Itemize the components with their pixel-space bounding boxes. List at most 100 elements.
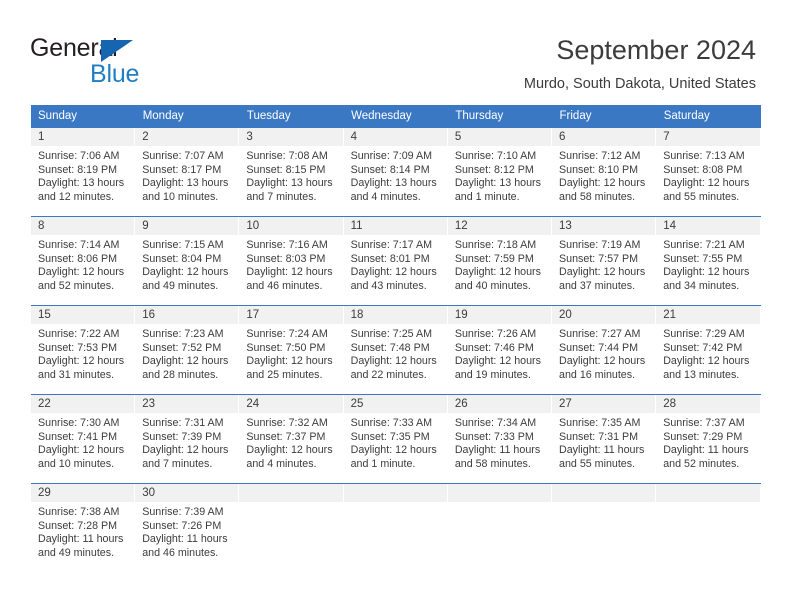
calendar-day-cell[interactable]: 11 Sunrise: 7:17 AM Sunset: 8:01 PM Dayligh…	[343, 216, 448, 306]
daylight-duration-line1: Daylight: 12 hours	[142, 355, 229, 368]
daylight-duration-line1: Daylight: 11 hours	[559, 444, 645, 457]
daylight-duration-line1: Daylight: 12 hours	[559, 177, 646, 190]
daylight-duration-line2: and 52 minutes.	[38, 279, 115, 292]
day-number: 10	[239, 217, 344, 235]
calendar-day-cell[interactable]: 21 Sunrise: 7:29 AM Sunset: 7:42 PM Dayligh…	[656, 305, 761, 395]
sunset-time: Sunset: 8:06 PM	[38, 252, 118, 265]
daylight-duration-line1: Daylight: 13 hours	[454, 177, 541, 190]
calendar-day-cell-empty	[656, 483, 761, 573]
calendar-day-cell[interactable]: 10 Sunrise: 7:16 AM Sunset: 8:03 PM Dayligh…	[239, 216, 344, 306]
calendar-week-row: 15 Sunrise: 7:22 AM Sunset: 7:53 PM Dayligh…	[31, 305, 761, 395]
sunset-time: Sunset: 8:08 PM	[663, 163, 743, 176]
sunrise-time: Sunrise: 7:30 AM	[38, 417, 120, 429]
weekday-header-friday: Friday	[552, 105, 657, 128]
day-number: 29	[31, 484, 136, 502]
day-details: Sunrise: 7:38 AM Sunset: 7:28 PM Daylight:…	[31, 502, 135, 560]
sunset-time: Sunset: 7:26 PM	[142, 519, 222, 532]
sunrise-time: Sunrise: 7:06 AM	[38, 150, 120, 162]
day-number: 19	[447, 306, 553, 324]
daylight-duration-line2: and 49 minutes.	[142, 279, 219, 292]
calendar-day-cell[interactable]: 27 Sunrise: 7:35 AM Sunset: 7:31 PM Dayligh…	[552, 394, 657, 484]
logo-triangle-icon	[101, 40, 133, 62]
day-details: Sunrise: 7:30 AM Sunset: 7:41 PM Daylight:…	[31, 413, 135, 471]
sunset-time: Sunset: 7:37 PM	[246, 430, 326, 443]
weekday-header-thursday: Thursday	[447, 105, 553, 128]
day-details: Sunrise: 7:34 AM Sunset: 7:33 PM Daylight:…	[448, 413, 552, 471]
calendar-day-cell[interactable]: 9 Sunrise: 7:15 AM Sunset: 8:04 PM Daylight…	[135, 216, 240, 306]
daylight-duration-line1: Daylight: 11 hours	[454, 444, 541, 457]
calendar-day-cell[interactable]: 8 Sunrise: 7:14 AM Sunset: 8:06 PM Daylight…	[31, 216, 136, 306]
sunset-time: Sunset: 7:35 PM	[350, 430, 430, 443]
calendar-day-cell[interactable]: 18 Sunrise: 7:25 AM Sunset: 7:48 PM Dayligh…	[343, 305, 448, 395]
calendar-day-cell[interactable]: 6 Sunrise: 7:12 AM Sunset: 8:10 PM Daylight…	[552, 127, 657, 217]
daylight-duration-line1: Daylight: 12 hours	[559, 266, 646, 279]
daylight-duration-line2: and 4 minutes.	[246, 457, 317, 470]
day-details: Sunrise: 7:35 AM Sunset: 7:31 PM Daylight:…	[552, 413, 656, 471]
daylight-duration-line2: and 13 minutes.	[663, 368, 740, 381]
day-details: Sunrise: 7:33 AM Sunset: 7:35 PM Daylight:…	[344, 413, 448, 471]
day-details: Sunrise: 7:39 AM Sunset: 7:26 PM Daylight:…	[135, 502, 239, 560]
daylight-duration-line2: and 22 minutes.	[350, 368, 427, 381]
calendar-day-cell[interactable]: 16 Sunrise: 7:23 AM Sunset: 7:52 PM Dayligh…	[135, 305, 240, 395]
weekday-header-monday: Monday	[135, 105, 240, 128]
day-details: Sunrise: 7:15 AM Sunset: 8:04 PM Daylight:…	[135, 235, 239, 293]
daylight-duration-line1: Daylight: 11 hours	[38, 533, 124, 546]
calendar-day-cell[interactable]: 14 Sunrise: 7:21 AM Sunset: 7:55 PM Dayligh…	[656, 216, 761, 306]
day-details: Sunrise: 7:16 AM Sunset: 8:03 PM Daylight:…	[239, 235, 343, 293]
weekday-header-wednesday: Wednesday	[343, 105, 449, 128]
sunrise-time: Sunrise: 7:37 AM	[663, 417, 745, 429]
daylight-duration-line1: Daylight: 12 hours	[246, 444, 333, 457]
day-details: Sunrise: 7:10 AM Sunset: 8:12 PM Daylight:…	[448, 146, 552, 204]
daylight-duration-line1: Daylight: 12 hours	[350, 355, 437, 368]
day-number: 14	[656, 217, 761, 235]
calendar-day-cell[interactable]: 23 Sunrise: 7:31 AM Sunset: 7:39 PM Dayligh…	[135, 394, 240, 484]
calendar-day-cell[interactable]: 1 Sunrise: 7:06 AM Sunset: 8:19 PM Daylight…	[31, 127, 136, 217]
calendar-day-cell[interactable]: 30 Sunrise: 7:39 AM Sunset: 7:26 PM Dayligh…	[135, 483, 240, 573]
calendar-day-cell[interactable]: 15 Sunrise: 7:22 AM Sunset: 7:53 PM Dayligh…	[31, 305, 136, 395]
page-title: September 2024	[556, 35, 756, 65]
day-number: 25	[343, 395, 448, 413]
calendar-day-cell[interactable]: 13 Sunrise: 7:19 AM Sunset: 7:57 PM Dayligh…	[552, 216, 657, 306]
day-details: Sunrise: 7:25 AM Sunset: 7:48 PM Daylight:…	[344, 324, 448, 382]
calendar-day-cell[interactable]: 26 Sunrise: 7:34 AM Sunset: 7:33 PM Dayligh…	[447, 394, 553, 484]
sunset-time: Sunset: 7:44 PM	[559, 341, 639, 354]
day-details	[656, 502, 760, 506]
day-details: Sunrise: 7:18 AM Sunset: 7:59 PM Daylight:…	[448, 235, 552, 293]
calendar-day-cell[interactable]: 20 Sunrise: 7:27 AM Sunset: 7:44 PM Dayligh…	[552, 305, 657, 395]
daylight-duration-line1: Daylight: 12 hours	[246, 355, 333, 368]
sunrise-time: Sunrise: 7:07 AM	[142, 150, 224, 162]
calendar-day-cell[interactable]: 24 Sunrise: 7:32 AM Sunset: 7:37 PM Dayligh…	[239, 394, 344, 484]
calendar-day-cell[interactable]: 25 Sunrise: 7:33 AM Sunset: 7:35 PM Dayligh…	[343, 394, 448, 484]
calendar-day-cell[interactable]: 29 Sunrise: 7:38 AM Sunset: 7:28 PM Dayligh…	[31, 483, 136, 573]
sunset-time: Sunset: 8:15 PM	[246, 163, 326, 176]
daylight-duration-line2: and 49 minutes.	[38, 546, 115, 559]
calendar-day-cell-empty	[447, 483, 553, 573]
daylight-duration-line1: Daylight: 11 hours	[663, 444, 749, 457]
calendar-day-cell[interactable]: 22 Sunrise: 7:30 AM Sunset: 7:41 PM Dayligh…	[31, 394, 136, 484]
calendar-day-cell[interactable]: 28 Sunrise: 7:37 AM Sunset: 7:29 PM Dayligh…	[656, 394, 761, 484]
sunrise-time: Sunrise: 7:33 AM	[350, 417, 432, 429]
daylight-duration-line1: Daylight: 12 hours	[350, 444, 437, 457]
calendar-day-cell[interactable]: 19 Sunrise: 7:26 AM Sunset: 7:46 PM Dayligh…	[447, 305, 553, 395]
sunset-time: Sunset: 8:14 PM	[350, 163, 430, 176]
daylight-duration-line2: and 55 minutes.	[559, 457, 636, 470]
page-header: General Blue September 2024 Murdo, South…	[0, 0, 792, 100]
calendar-day-cell[interactable]: 4 Sunrise: 7:09 AM Sunset: 8:14 PM Daylight…	[343, 127, 448, 217]
calendar-day-cell[interactable]: 12 Sunrise: 7:18 AM Sunset: 7:59 PM Dayligh…	[447, 216, 553, 306]
page-subtitle-location: Murdo, South Dakota, United States	[523, 76, 756, 92]
daylight-duration-line2: and 46 minutes.	[246, 279, 323, 292]
calendar-day-cell[interactable]: 17 Sunrise: 7:24 AM Sunset: 7:50 PM Dayligh…	[239, 305, 344, 395]
sunrise-time: Sunrise: 7:19 AM	[559, 239, 641, 251]
calendar-day-cell[interactable]: 2 Sunrise: 7:07 AM Sunset: 8:17 PM Daylight…	[135, 127, 240, 217]
calendar-day-cell[interactable]: 3 Sunrise: 7:08 AM Sunset: 8:15 PM Daylight…	[239, 127, 344, 217]
day-details: Sunrise: 7:12 AM Sunset: 8:10 PM Daylight:…	[552, 146, 656, 204]
daylight-duration-line2: and 10 minutes.	[142, 190, 219, 203]
sunrise-time: Sunrise: 7:18 AM	[454, 239, 537, 251]
daylight-duration-line2: and 55 minutes.	[663, 190, 740, 203]
daylight-duration-line2: and 25 minutes.	[246, 368, 323, 381]
general-blue-logo[interactable]: General Blue	[30, 34, 260, 92]
calendar-day-cell[interactable]: 5 Sunrise: 7:10 AM Sunset: 8:12 PM Daylight…	[447, 127, 553, 217]
calendar-day-cell[interactable]: 7 Sunrise: 7:13 AM Sunset: 8:08 PM Daylight…	[656, 127, 761, 217]
sunrise-time: Sunrise: 7:24 AM	[246, 328, 328, 340]
weekday-header-sunday: Sunday	[31, 105, 136, 128]
